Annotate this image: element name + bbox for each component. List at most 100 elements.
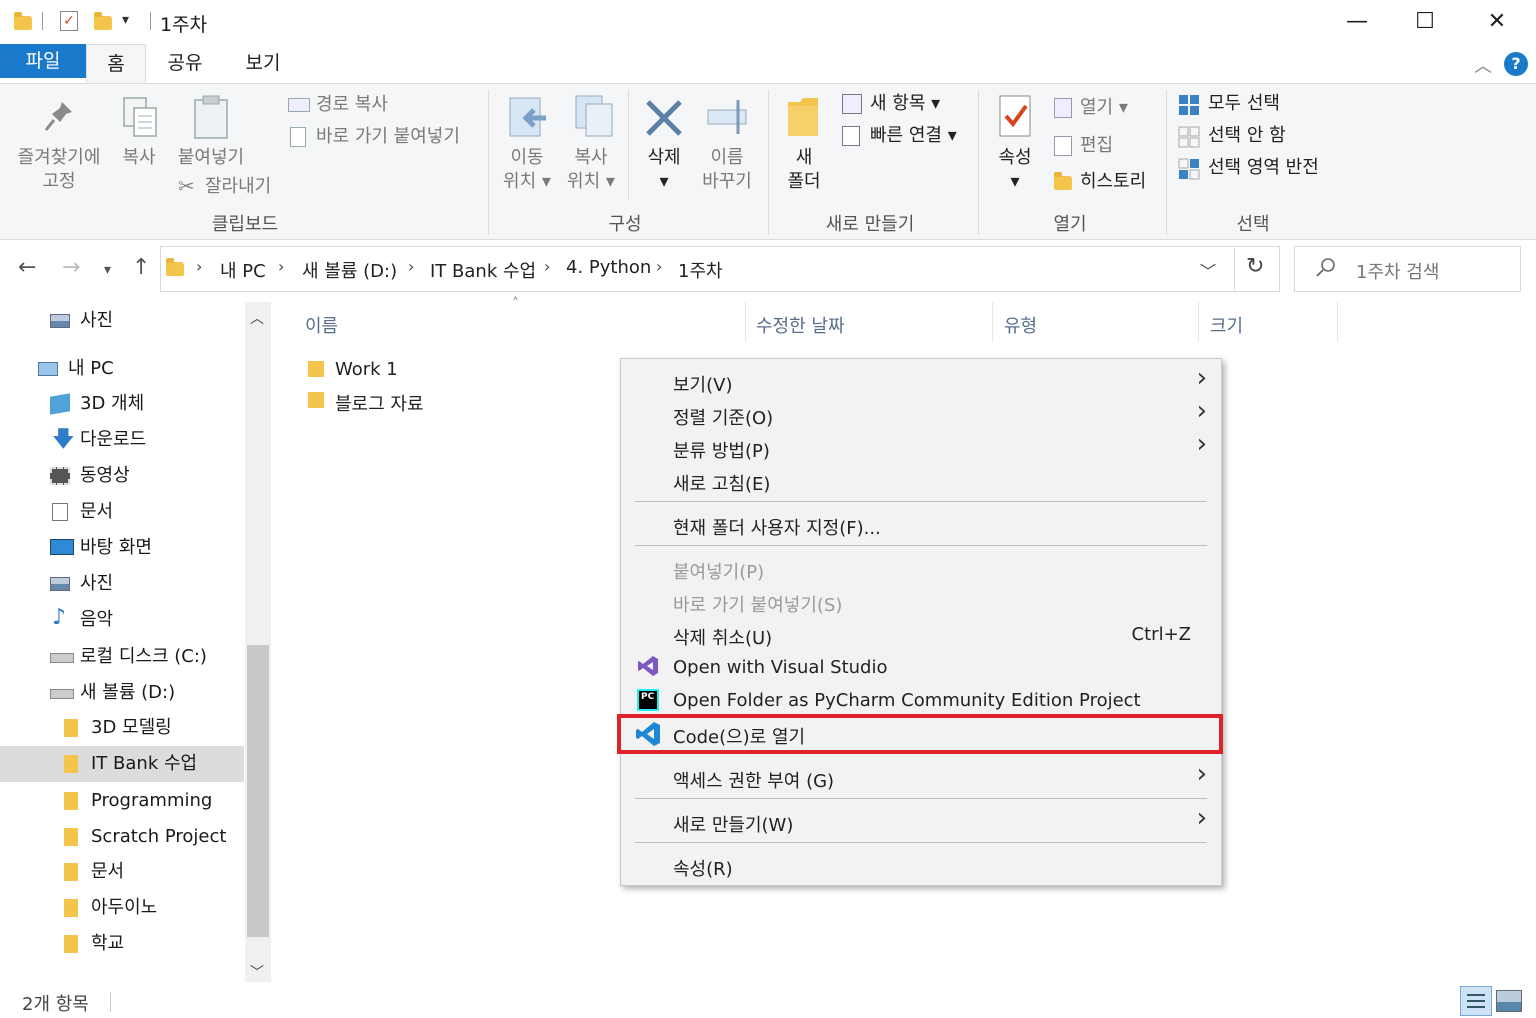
edit-button[interactable]: 편집 <box>1080 134 1113 158</box>
sidebar-item-scratch-project[interactable]: Scratch Project <box>0 819 244 855</box>
pin-to-quick-access-button[interactable]: 즐겨찾기에 고정 <box>6 146 112 194</box>
column-separator[interactable] <box>745 302 746 342</box>
copy-to-button[interactable]: 복사 위치 ▾ <box>560 146 622 194</box>
sidebar-item-school[interactable]: 학교 <box>0 926 244 962</box>
breadcrumb-this-pc[interactable]: 내 PC <box>220 257 266 283</box>
forward-icon[interactable]: → <box>62 255 80 280</box>
chevron-right-icon[interactable]: › <box>196 257 202 276</box>
sidebar-item-music[interactable]: ♪ 음악 <box>0 602 244 638</box>
breadcrumb-drive-d[interactable]: 새 볼륨 (D:) <box>302 257 397 283</box>
scrollbar-thumb[interactable] <box>247 645 269 937</box>
column-header-type[interactable]: 유형 <box>1004 312 1037 338</box>
refresh-icon[interactable]: ↻ <box>1246 254 1264 279</box>
close-button[interactable]: ✕ <box>1462 0 1532 44</box>
file-row[interactable]: Work 1 <box>304 358 604 384</box>
copy-path-button[interactable]: 경로 복사 <box>316 93 388 117</box>
delete-button[interactable]: 삭제 ▾ <box>636 146 692 194</box>
large-icons-view-icon[interactable] <box>1496 990 1522 1012</box>
chevron-right-icon[interactable]: › <box>544 257 550 276</box>
new-folder-button[interactable]: 새 폴더 <box>776 146 832 194</box>
recent-locations-icon[interactable]: ▾ <box>104 262 111 278</box>
invert-selection-button[interactable]: 선택 영역 반전 <box>1208 156 1319 180</box>
sidebar-item-downloads[interactable]: 🡇 다운로드 <box>0 422 244 458</box>
menu-item-properties[interactable]: 속성(R) <box>673 855 733 881</box>
sidebar-item-pictures-top[interactable]: 사진 <box>0 303 244 339</box>
menu-item-view[interactable]: 보기(V) <box>673 371 732 397</box>
tab-share[interactable]: 공유 <box>160 44 210 84</box>
column-header-size[interactable]: 크기 <box>1210 312 1243 338</box>
sidebar-item-volume-d[interactable]: 새 볼륨 (D:) <box>0 675 244 711</box>
details-view-icon[interactable] <box>1460 986 1492 1016</box>
collapse-ribbon-icon[interactable]: ︿ <box>1474 52 1492 78</box>
tab-file[interactable]: 파일 <box>0 44 86 78</box>
back-icon[interactable]: ← <box>18 255 36 280</box>
file-row[interactable]: 블로그 자료 <box>304 389 604 415</box>
help-icon[interactable]: ? <box>1504 52 1528 76</box>
up-icon[interactable]: ↑ <box>132 255 150 280</box>
new-item-button[interactable]: 새 항목 ▾ <box>870 92 940 116</box>
column-header-name[interactable]: 이름 <box>305 312 338 338</box>
chevron-right-icon[interactable]: › <box>278 257 284 276</box>
sidebar-item-3d-modeling[interactable]: 3D 모델링 <box>0 710 244 746</box>
sidebar-item-label: 새 볼륨 (D:) <box>80 682 176 703</box>
menu-item-undo-delete[interactable]: 삭제 취소(U) <box>673 624 772 650</box>
scroll-up-icon[interactable]: ︿ <box>250 308 264 328</box>
properties-button[interactable]: 속성 ▾ <box>988 146 1042 194</box>
sidebar-item-videos[interactable]: 동영상 <box>0 458 244 494</box>
new-folder-quick-icon[interactable] <box>94 10 112 32</box>
cut-button[interactable]: 잘라내기 <box>205 175 271 199</box>
copy-button[interactable]: 복사 <box>116 146 162 170</box>
scroll-down-icon[interactable]: ﹀ <box>250 962 264 982</box>
menu-item-paste-shortcut[interactable]: 바로 가기 붙여넣기(S) <box>673 591 842 617</box>
menu-item-open-pycharm[interactable]: Open Folder as PyCharm Community Edition… <box>673 690 1141 711</box>
breadcrumb-week1[interactable]: 1주차 <box>678 257 723 283</box>
breadcrumb-python[interactable]: 4. Python <box>566 257 651 278</box>
maximize-button[interactable]: ☐ <box>1390 0 1460 44</box>
paste-button[interactable]: 붙여넣기 <box>170 146 252 170</box>
chevron-right-icon[interactable]: › <box>408 257 414 276</box>
menu-item-give-access[interactable]: 액세스 권한 부여 (G) <box>673 767 834 793</box>
properties-dropdown-icon[interactable]: ▾ <box>988 170 1042 194</box>
breadcrumb-it-bank[interactable]: IT Bank 수업 <box>430 257 536 283</box>
sidebar-item-this-pc[interactable]: 내 PC <box>0 351 244 387</box>
menu-item-paste[interactable]: 붙여넣기(P) <box>673 558 764 584</box>
history-button[interactable]: 히스토리 <box>1080 170 1146 194</box>
column-header-modified[interactable]: 수정한 날짜 <box>756 312 845 338</box>
chevron-down-icon[interactable]: ﹀ <box>1200 258 1216 282</box>
column-separator[interactable] <box>1198 302 1199 342</box>
delete-dropdown-icon[interactable]: ▾ <box>636 170 692 194</box>
properties-quick-icon[interactable]: ✓ <box>60 11 78 31</box>
drive-icon <box>50 689 74 699</box>
customize-quick-access-icon[interactable]: ▾ <box>122 12 129 28</box>
minimize-button[interactable]: — <box>1322 0 1392 44</box>
tab-home[interactable]: 홈 <box>86 44 146 84</box>
open-button[interactable]: 열기 ▾ <box>1080 96 1128 120</box>
rename-button[interactable]: 이름 바꾸기 <box>696 146 758 194</box>
sidebar-item-documents[interactable]: 문서 <box>0 494 244 530</box>
sidebar-item-local-disk-c[interactable]: 로컬 디스크 (C:) <box>0 639 244 675</box>
menu-item-open-visual-studio[interactable]: Open with Visual Studio <box>673 657 888 678</box>
menu-item-new[interactable]: 새로 만들기(W) <box>673 811 793 837</box>
chevron-right-icon[interactable]: › <box>656 257 662 276</box>
menu-item-group-by[interactable]: 분류 방법(P) <box>673 437 770 463</box>
tab-view[interactable]: 보기 <box>236 44 290 84</box>
sidebar-item-desktop[interactable]: 바탕 화면 <box>0 530 244 566</box>
move-to-button[interactable]: 이동 위치 ▾ <box>496 146 558 194</box>
paste-shortcut-icon <box>290 127 306 147</box>
group-title-select: 선택 <box>1236 214 1270 235</box>
paste-shortcut-button[interactable]: 바로 가기 붙여넣기 <box>316 125 460 149</box>
sidebar-item-documents-folder[interactable]: 문서 <box>0 854 244 890</box>
menu-item-customize-folder[interactable]: 현재 폴더 사용자 지정(F)... <box>673 514 881 540</box>
select-none-button[interactable]: 선택 안 함 <box>1208 124 1286 148</box>
select-all-button[interactable]: 모두 선택 <box>1208 92 1280 116</box>
sidebar-item-pictures[interactable]: 사진 <box>0 566 244 602</box>
sidebar-item-it-bank[interactable]: IT Bank 수업 <box>0 746 244 782</box>
menu-item-sort-by[interactable]: 정렬 기준(O) <box>673 404 773 430</box>
menu-item-refresh[interactable]: 새로 고침(E) <box>673 470 770 496</box>
sidebar-item-3d-objects[interactable]: 3D 개체 <box>0 386 244 422</box>
column-separator[interactable] <box>1337 302 1338 342</box>
sidebar-item-programming[interactable]: Programming <box>0 783 244 819</box>
column-separator[interactable] <box>992 302 993 342</box>
sidebar-item-arduino[interactable]: 아두이노 <box>0 890 244 926</box>
easy-access-button[interactable]: 빠른 연결 ▾ <box>870 124 957 148</box>
